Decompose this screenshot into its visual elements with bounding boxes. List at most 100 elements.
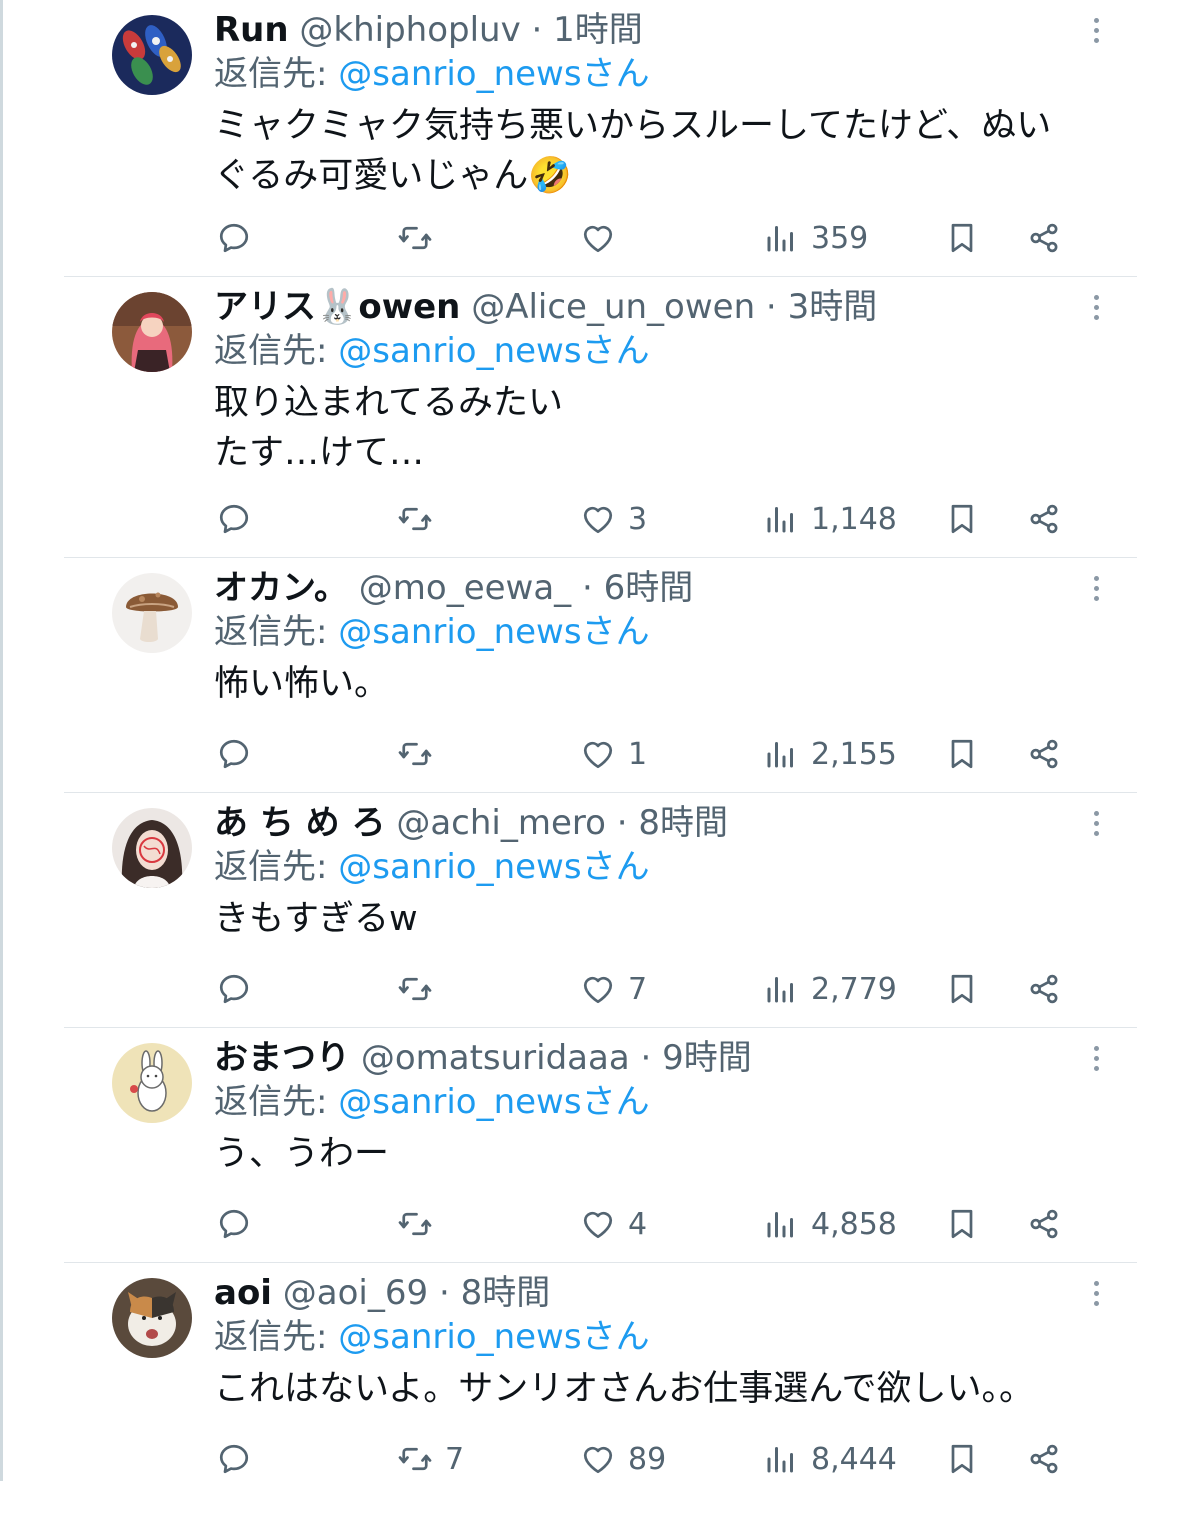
bookmark-icon: [951, 1444, 973, 1474]
more-options-icon[interactable]: [1084, 291, 1108, 325]
retweet-button[interactable]: [397, 967, 445, 1011]
like-button[interactable]: 1: [580, 732, 647, 776]
tweet[interactable]: おまつり @omatsuridaaa · 9時間 返信先: @sanrio_ne…: [64, 1028, 1137, 1263]
tweet[interactable]: aoi @aoi_69 · 8時間 返信先: @sanrio_newsさん これ…: [64, 1263, 1137, 1523]
bookmark-button[interactable]: [944, 216, 980, 260]
reply-button[interactable]: [216, 497, 264, 541]
tweet-header: Run @khiphopluv · 1時間: [214, 8, 643, 52]
action-bar: 3 1,148: [214, 497, 1074, 541]
timestamp[interactable]: 3時間: [788, 287, 878, 327]
share-button[interactable]: [1026, 967, 1062, 1011]
share-button[interactable]: [1026, 1437, 1062, 1481]
reply-to-link[interactable]: @sanrio_newsさん: [338, 612, 649, 652]
reply-to-link[interactable]: @sanrio_newsさん: [338, 847, 649, 887]
tweet-text: 怖い怖い。: [214, 664, 390, 704]
share-button[interactable]: [1026, 732, 1062, 776]
avatar[interactable]: [112, 1278, 192, 1358]
username-handle[interactable]: @khiphopluv: [299, 10, 520, 50]
display-name[interactable]: オカン。: [214, 568, 348, 608]
more-options-icon[interactable]: [1084, 572, 1108, 606]
display-name[interactable]: Run: [214, 10, 289, 50]
bookmark-button[interactable]: [944, 967, 980, 1011]
views-button[interactable]: 359: [763, 216, 868, 260]
retweet-arrows-icon: [398, 977, 432, 1001]
like-button[interactable]: 3: [580, 497, 647, 541]
more-options-icon[interactable]: [1084, 807, 1108, 841]
bookmark-button[interactable]: [944, 497, 980, 541]
share-icon: [1030, 504, 1058, 534]
views-button[interactable]: 4,858: [763, 1202, 897, 1246]
like-button[interactable]: 89: [580, 1437, 666, 1481]
username-handle[interactable]: @omatsuridaaa: [361, 1038, 630, 1078]
timestamp[interactable]: 8時間: [638, 803, 728, 843]
reply-to-link[interactable]: @sanrio_newsさん: [338, 1082, 649, 1122]
retweet-button[interactable]: [397, 216, 445, 260]
reply-button[interactable]: [216, 216, 264, 260]
bookmark-button[interactable]: [944, 732, 980, 776]
retweet-button[interactable]: [397, 732, 445, 776]
action-bar: 359: [214, 216, 1074, 260]
timestamp[interactable]: 8時間: [461, 1273, 551, 1313]
timestamp[interactable]: 1時間: [553, 10, 643, 50]
retweet-arrows-icon: [398, 1212, 432, 1236]
avatar[interactable]: [112, 15, 192, 95]
retweet-button[interactable]: [397, 497, 445, 541]
username-handle[interactable]: @Alice_un_owen: [471, 287, 755, 327]
reply-button[interactable]: [216, 1202, 264, 1246]
tweet-header: オカン。 @mo_eewa_ · 6時間: [214, 566, 693, 610]
tweet[interactable]: あ ち め ろ @achi_mero · 8時間 返信先: @sanrio_ne…: [64, 793, 1137, 1028]
avatar[interactable]: [112, 808, 192, 888]
more-options-icon[interactable]: [1084, 14, 1108, 48]
display-name[interactable]: おまつり: [214, 1038, 350, 1078]
reply-prefix: 返信先:: [214, 1317, 339, 1357]
reply-button[interactable]: [216, 967, 264, 1011]
views-button[interactable]: 2,155: [763, 732, 897, 776]
tweet-header: あ ち め ろ @achi_mero · 8時間: [214, 801, 728, 845]
separator-dot: ·: [605, 803, 639, 843]
view-count: 2,155: [811, 736, 897, 772]
separator-dot: ·: [755, 287, 788, 327]
retweet-arrows-icon: [398, 742, 432, 766]
more-options-icon[interactable]: [1084, 1042, 1108, 1076]
username-handle[interactable]: @aoi_69: [283, 1273, 428, 1313]
timestamp[interactable]: 6時間: [604, 568, 694, 608]
reply-button[interactable]: [216, 732, 264, 776]
bookmark-button[interactable]: [944, 1202, 980, 1246]
share-button[interactable]: [1026, 497, 1062, 541]
avatar[interactable]: [112, 573, 192, 653]
like-count: 89: [628, 1441, 667, 1477]
tweet[interactable]: アリス🐰owen @Alice_un_owen · 3時間 返信先: @sanr…: [64, 277, 1137, 558]
display-name[interactable]: aoi: [214, 1273, 272, 1313]
like-button[interactable]: 7: [580, 967, 647, 1011]
reply-button[interactable]: [216, 1437, 264, 1481]
display-name[interactable]: アリス🐰owen: [214, 287, 460, 327]
bookmark-button[interactable]: [944, 1437, 980, 1481]
share-icon: [1030, 1209, 1058, 1239]
tweet-text: う、うわー: [214, 1134, 390, 1174]
share-button[interactable]: [1026, 1202, 1062, 1246]
avatar[interactable]: [112, 292, 192, 372]
reply-to-link[interactable]: @sanrio_newsさん: [338, 54, 649, 94]
username-handle[interactable]: @mo_eewa_: [359, 568, 571, 608]
reply-to-link[interactable]: @sanrio_newsさん: [338, 1317, 649, 1357]
like-button[interactable]: [580, 216, 628, 260]
like-button[interactable]: 4: [580, 1202, 647, 1246]
retweet-arrows-icon: [398, 507, 432, 531]
views-button[interactable]: 8,444: [763, 1437, 897, 1481]
action-bar: 1 2,155: [214, 732, 1074, 776]
display-name[interactable]: あ ち め ろ: [214, 803, 386, 843]
username-handle[interactable]: @achi_mero: [396, 803, 606, 843]
tweet[interactable]: Run @khiphopluv · 1時間 返信先: @sanrio_newsさ…: [64, 0, 1137, 277]
heart-icon: [583, 1211, 613, 1239]
avatar[interactable]: [112, 1043, 192, 1123]
more-options-icon[interactable]: [1084, 1277, 1108, 1311]
retweet-button[interactable]: 7: [397, 1437, 464, 1481]
timestamp[interactable]: 9時間: [662, 1038, 752, 1078]
retweet-button[interactable]: [397, 1202, 445, 1246]
reply-to-link[interactable]: @sanrio_newsさん: [338, 331, 649, 371]
views-button[interactable]: 1,148: [763, 497, 897, 541]
share-button[interactable]: [1026, 216, 1062, 260]
tweet[interactable]: オカン。 @mo_eewa_ · 6時間 返信先: @sanrio_newsさん…: [64, 558, 1137, 793]
views-button[interactable]: 2,779: [763, 967, 897, 1011]
bar-chart-icon: [767, 507, 793, 533]
